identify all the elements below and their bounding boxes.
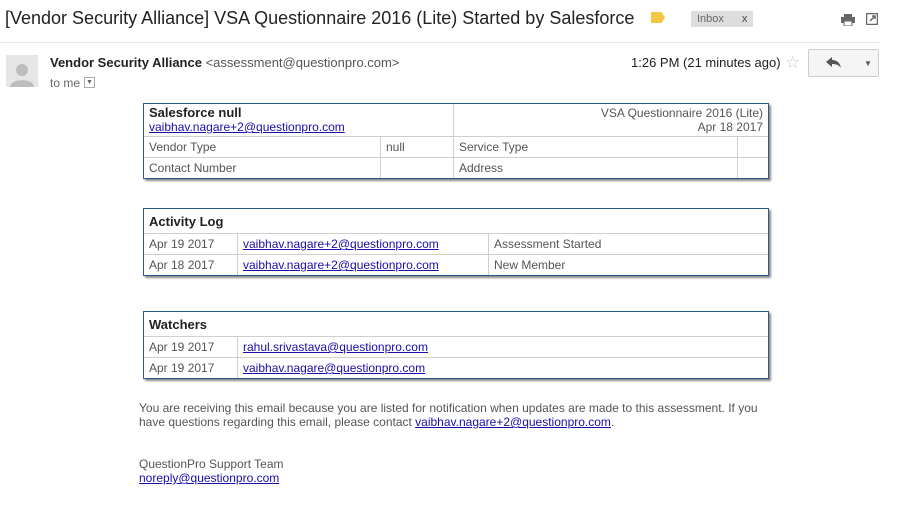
service-type-label: Service Type [453, 136, 738, 158]
notice-line-2-text: have questions regarding this email, ple… [139, 415, 416, 429]
org-email-link[interactable]: vaibhav.nagare+2@questionpro.com [149, 120, 345, 134]
vendor-type-label: Vendor Type [144, 136, 381, 158]
activity-action: New Member [488, 254, 768, 275]
table-row: Apr 19 2017 rahul.srivastava@questionpro… [144, 336, 768, 358]
sender-line: Vendor Security Alliance <assessment@que… [50, 55, 399, 70]
notice-line-2: have questions regarding this email, ple… [139, 415, 789, 429]
timestamp: 1:26 PM (21 minutes ago) [631, 55, 781, 70]
activity-email: vaibhav.nagare+2@questionpro.com [237, 254, 489, 275]
activity-log-table: Activity Log Apr 19 2017 vaibhav.nagare+… [144, 209, 768, 275]
support-team-name: QuestionPro Support Team [139, 457, 284, 471]
avatar[interactable] [6, 55, 38, 87]
activity-action: Assessment Started [488, 233, 768, 255]
support-email-link[interactable]: noreply@questionpro.com [139, 471, 279, 485]
activity-log-heading: Activity Log [149, 213, 224, 229]
address-value [737, 157, 768, 178]
email-subject: [Vendor Security Alliance] VSA Questionn… [5, 8, 635, 28]
watchers-heading: Watchers [149, 316, 208, 332]
watcher-date: Apr 19 2017 [144, 357, 238, 378]
reply-icon [826, 57, 841, 68]
more-options-button[interactable]: ▼ [858, 49, 879, 77]
address-label: Address [453, 157, 738, 178]
remove-label-button[interactable]: x [742, 13, 748, 25]
sender-email: <assessment@questionpro.com> [205, 55, 400, 70]
watcher-email-link[interactable]: vaibhav.nagare@questionpro.com [243, 361, 425, 375]
subject-row: [Vendor Security Alliance] VSA Questionn… [5, 6, 900, 34]
contact-number-label: Contact Number [144, 157, 381, 178]
survey-date: Apr 18 2017 [697, 120, 763, 134]
contact-email-link[interactable]: vaibhav.nagare+2@questionpro.com [415, 415, 611, 429]
activity-email: vaibhav.nagare+2@questionpro.com [237, 233, 489, 255]
recipient-line: to me ▼ [50, 76, 96, 90]
reply-button[interactable] [808, 49, 860, 77]
chevron-down-icon: ▼ [864, 58, 872, 68]
recipient-text: to me [50, 76, 81, 90]
divider [0, 42, 880, 43]
activity-email-link[interactable]: vaibhav.nagare+2@questionpro.com [243, 258, 439, 272]
person-icon [10, 64, 34, 87]
print-icon[interactable] [841, 14, 855, 26]
activity-date: Apr 18 2017 [144, 254, 238, 275]
service-type-value [737, 136, 768, 158]
sender-name[interactable]: Vendor Security Alliance [50, 55, 202, 70]
survey-name: VSA Questionnaire 2016 (Lite) [600, 106, 763, 120]
activity-log-title: Activity Log [144, 209, 768, 234]
signature: QuestionPro Support Team noreply@questio… [139, 457, 284, 485]
contact-number-value [380, 157, 454, 178]
org-name: Salesforce null [149, 105, 242, 120]
watcher-email: vaibhav.nagare@questionpro.com [237, 357, 768, 378]
notice-line-1: You are receiving this email because you… [139, 401, 758, 415]
details-caret-icon[interactable]: ▼ [84, 77, 96, 89]
notification-notice: You are receiving this email because you… [139, 401, 789, 429]
watchers-box: Watchers Apr 19 2017 rahul.srivastava@qu… [143, 311, 769, 379]
label-tag-icon[interactable] [651, 12, 665, 23]
vendor-type-value: null [380, 136, 454, 158]
summary-table: Salesforce null vaibhav.nagare+2@questio… [144, 104, 768, 178]
table-row: Apr 18 2017 vaibhav.nagare+2@questionpro… [144, 254, 768, 275]
notice-period: . [610, 415, 615, 429]
activity-email-link[interactable]: vaibhav.nagare+2@questionpro.com [243, 237, 439, 251]
inbox-label-badge[interactable]: Inbox x [691, 11, 754, 27]
watchers-title: Watchers [144, 312, 768, 337]
table-row: Apr 19 2017 vaibhav.nagare+2@questionpro… [144, 233, 768, 255]
watchers-table: Watchers Apr 19 2017 rahul.srivastava@qu… [144, 312, 768, 378]
org-cell: Salesforce null vaibhav.nagare+2@questio… [144, 104, 454, 137]
inbox-label-text: Inbox [697, 13, 724, 25]
assessment-summary-box: Salesforce null vaibhav.nagare+2@questio… [143, 103, 769, 179]
activity-date: Apr 19 2017 [144, 233, 238, 255]
table-row: Apr 19 2017 vaibhav.nagare@questionpro.c… [144, 357, 768, 378]
watcher-email: rahul.srivastava@questionpro.com [237, 336, 768, 358]
new-window-icon[interactable] [866, 13, 878, 25]
star-icon[interactable]: ☆ [785, 53, 800, 73]
watcher-date: Apr 19 2017 [144, 336, 238, 358]
survey-cell: VSA Questionnaire 2016 (Lite) Apr 18 201… [453, 104, 768, 137]
activity-log-box: Activity Log Apr 19 2017 vaibhav.nagare+… [143, 208, 769, 276]
watcher-email-link[interactable]: rahul.srivastava@questionpro.com [243, 340, 428, 354]
